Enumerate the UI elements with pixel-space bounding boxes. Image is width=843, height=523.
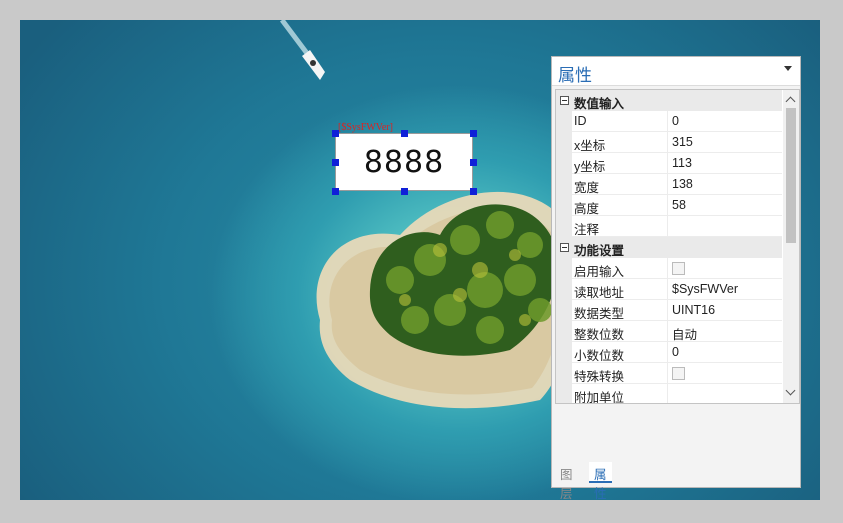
column-divider [667, 258, 668, 279]
property-grid-scrollbar[interactable] [783, 90, 799, 403]
property-name: 小数位数 [574, 349, 625, 363]
property-row[interactable]: 注释 [556, 216, 782, 237]
row-gutter [556, 111, 572, 132]
row-gutter [556, 153, 572, 174]
properties-panel: 属性 数值输入 ID 0 x坐标 315 y坐标 113 宽度 138 高度 58 注释功能设置启用输… [551, 56, 801, 501]
property-grid: 数值输入 ID 0 x坐标 315 y坐标 113 宽度 138 高度 58 注释 功能设置 启用输入 读取… [555, 89, 800, 404]
property-row[interactable]: 宽度 138 [556, 174, 782, 195]
row-gutter [556, 384, 572, 403]
scroll-down-icon[interactable] [785, 385, 796, 396]
property-name: 注释 [574, 223, 600, 237]
property-row[interactable]: ID 0 [556, 111, 782, 132]
property-name: 读取地址 [574, 286, 625, 300]
property-row[interactable]: 小数位数 0 [556, 342, 782, 363]
property-value[interactable]: 0 [672, 345, 679, 359]
property-row[interactable]: 启用输入 [556, 258, 782, 279]
category-row[interactable]: 功能设置 [556, 237, 782, 258]
property-row[interactable]: 整数位数 自动 [556, 321, 782, 342]
row-gutter [556, 321, 572, 342]
column-divider [667, 279, 668, 300]
property-value[interactable]: $SysFWVer [672, 282, 738, 296]
property-value[interactable]: 315 [672, 135, 693, 149]
column-divider [667, 153, 668, 174]
scroll-up-icon[interactable] [785, 96, 796, 107]
widget-address-tag: [$SysFWVer] [338, 122, 393, 133]
resize-handle-n[interactable] [401, 130, 408, 137]
property-row[interactable]: 附加单位 [556, 384, 782, 404]
property-rows: 数值输入 ID 0 x坐标 315 y坐标 113 宽度 138 高度 58 注释 功能设置 启用输入 读取… [556, 90, 782, 404]
property-name: 数据类型 [574, 307, 625, 321]
property-name: 整数位数 [574, 328, 625, 342]
column-divider [667, 111, 668, 132]
tab-properties[interactable]: 属性 [589, 462, 612, 501]
numeric-input-value: 8888 [363, 144, 445, 180]
column-divider [667, 195, 668, 216]
property-value[interactable]: 58 [672, 198, 686, 212]
category-label: 数值输入 [574, 97, 625, 111]
property-checkbox[interactable] [672, 367, 685, 380]
property-value[interactable]: 0 [672, 114, 679, 128]
property-value[interactable]: 138 [672, 177, 693, 191]
column-divider [667, 174, 668, 195]
property-row[interactable]: 特殊转换 [556, 363, 782, 384]
property-value[interactable]: 113 [672, 156, 692, 170]
scroll-thumb[interactable] [786, 108, 796, 243]
numeric-input-widget[interactable]: 8888 [335, 133, 473, 191]
column-divider [667, 342, 668, 363]
row-gutter [556, 216, 572, 237]
property-name: 启用输入 [574, 265, 625, 279]
property-name: x坐标 [574, 139, 606, 153]
property-row[interactable]: 数据类型 UINT16 [556, 300, 782, 321]
resize-handle-w[interactable] [332, 159, 339, 166]
property-name: 特殊转换 [574, 370, 625, 384]
row-gutter [556, 300, 572, 321]
tab-layers[interactable]: 图层 [555, 462, 578, 501]
row-gutter [556, 258, 572, 279]
resize-handle-nw[interactable] [332, 130, 339, 137]
column-divider [667, 300, 668, 321]
column-divider [667, 132, 668, 153]
chevron-down-icon[interactable] [784, 66, 792, 71]
property-name: 高度 [574, 202, 600, 216]
property-value[interactable]: 自动 [672, 324, 697, 343]
resize-handle-sw[interactable] [332, 188, 339, 195]
column-divider [667, 363, 668, 384]
category-row[interactable]: 数值输入 [556, 90, 782, 111]
property-name: 宽度 [574, 181, 600, 195]
row-gutter [556, 132, 572, 153]
row-gutter [556, 174, 572, 195]
property-name: ID [574, 114, 587, 128]
panel-title: 属性 [558, 66, 592, 85]
resize-handle-se[interactable] [470, 188, 477, 195]
row-gutter [556, 279, 572, 300]
property-name: 附加单位 [574, 391, 625, 404]
column-divider [667, 216, 668, 237]
row-gutter [556, 342, 572, 363]
property-row[interactable]: 高度 58 [556, 195, 782, 216]
resize-handle-ne[interactable] [470, 130, 477, 137]
category-label: 功能设置 [574, 244, 625, 258]
column-divider [667, 321, 668, 342]
property-checkbox[interactable] [672, 262, 685, 275]
property-row[interactable]: y坐标 113 [556, 153, 782, 174]
collapse-icon[interactable] [560, 96, 569, 105]
property-row[interactable]: 读取地址 $SysFWVer [556, 279, 782, 300]
resize-handle-s[interactable] [401, 188, 408, 195]
row-gutter [556, 195, 572, 216]
property-row[interactable]: x坐标 315 [556, 132, 782, 153]
collapse-icon[interactable] [560, 243, 569, 252]
property-value[interactable]: UINT16 [672, 303, 715, 317]
panel-header: 属性 [552, 57, 800, 86]
resize-handle-e[interactable] [470, 159, 477, 166]
column-divider [667, 384, 668, 403]
row-gutter [556, 363, 572, 384]
property-name: y坐标 [574, 160, 606, 174]
